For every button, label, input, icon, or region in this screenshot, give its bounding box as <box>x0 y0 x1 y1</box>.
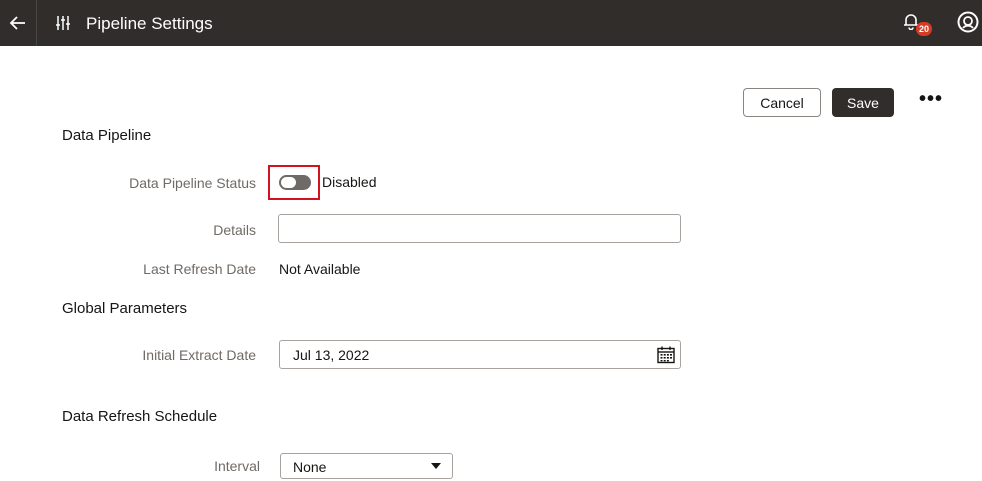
header-divider <box>36 0 37 46</box>
notifications-button[interactable]: 20 <box>903 12 932 36</box>
details-label: Details <box>213 222 256 238</box>
cancel-button[interactable]: Cancel <box>743 88 821 117</box>
calendar-icon <box>657 346 675 364</box>
page-title: Pipeline Settings <box>86 14 213 33</box>
initial-extract-date-input[interactable]: Jul 13, 2022 <box>279 340 681 369</box>
toggle-knob <box>280 176 297 189</box>
interval-select[interactable]: None <box>280 453 453 479</box>
notification-badge: 20 <box>916 22 932 36</box>
save-button[interactable]: Save <box>832 88 894 117</box>
user-avatar-button[interactable] <box>957 11 979 33</box>
initial-extract-date-value: Jul 13, 2022 <box>293 347 370 363</box>
interval-label: Interval <box>214 458 260 474</box>
section-title-data-pipeline: Data Pipeline <box>62 127 152 144</box>
sliders-icon <box>55 15 71 31</box>
caret-down-icon <box>431 463 441 469</box>
last-refresh-value: Not Available <box>279 261 361 277</box>
status-value: Disabled <box>322 174 377 190</box>
status-label: Data Pipeline Status <box>129 175 256 191</box>
last-refresh-label: Last Refresh Date <box>143 261 256 277</box>
more-actions-button[interactable]: ••• <box>917 89 945 112</box>
user-avatar-icon <box>957 11 979 33</box>
details-input[interactable] <box>278 214 681 243</box>
interval-select-value: None <box>293 459 327 475</box>
app-header: Pipeline Settings 20 <box>0 0 982 46</box>
section-title-data-refresh-schedule: Data Refresh Schedule <box>62 408 218 425</box>
section-title-global-parameters: Global Parameters <box>62 300 188 317</box>
calendar-button[interactable] <box>656 345 676 365</box>
back-button[interactable] <box>8 12 28 34</box>
arrow-left-icon <box>9 16 25 30</box>
pipeline-status-toggle[interactable] <box>279 175 311 190</box>
initial-extract-label: Initial Extract Date <box>142 347 256 363</box>
